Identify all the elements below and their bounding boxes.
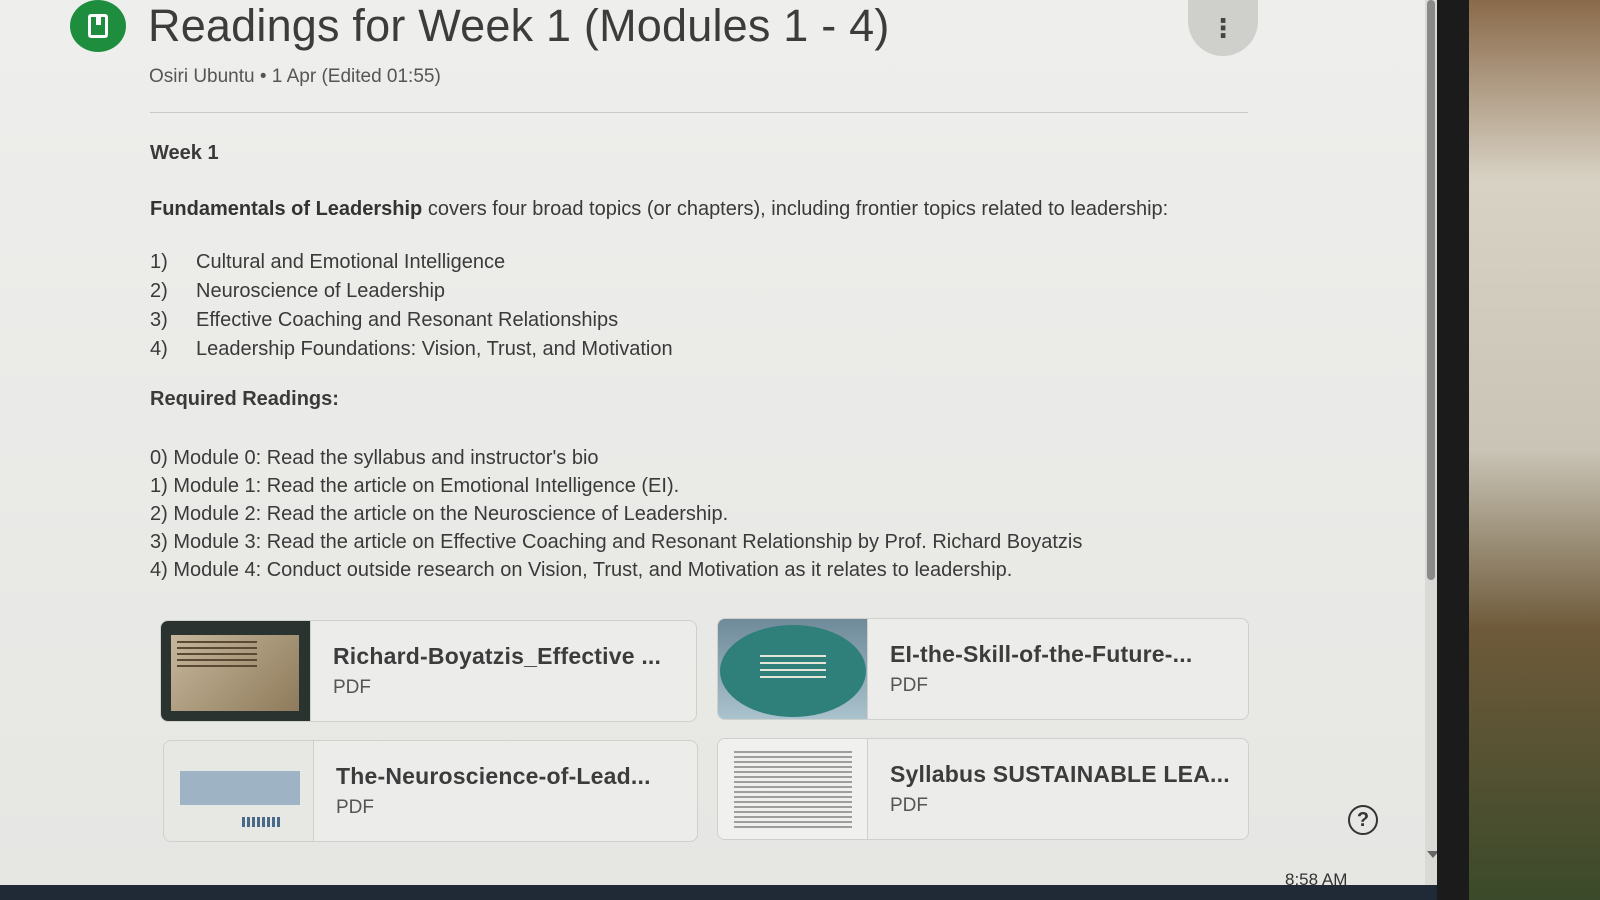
list-item: 1) Module 1: Read the article on Emotion… xyxy=(150,475,680,497)
post-meta: Osiri Ubuntu • 1 Apr (Edited 01:55) xyxy=(149,66,441,87)
assignment-icon xyxy=(70,0,126,52)
background-scene xyxy=(1469,0,1600,900)
list-item: 2) Neuroscience of Leadership xyxy=(150,277,1250,306)
help-icon[interactable]: ? xyxy=(1348,805,1378,835)
post-title: Readings for Week 1 (Modules 1 - 4) xyxy=(148,0,890,51)
list-number: 4) xyxy=(150,338,168,360)
list-item: 1) Cultural and Emotional Intelligence xyxy=(150,248,1250,277)
attachment-type: PDF xyxy=(333,677,371,698)
attachment-card-ei[interactable]: EI-the-Skill-of-the-Future-... PDF xyxy=(717,618,1249,720)
more-options-icon[interactable]: ⋮ xyxy=(1188,0,1258,56)
attachment-title: The-Neuroscience-of-Lead... xyxy=(336,763,651,789)
intro-bold: Fundamentals of Leadership xyxy=(150,198,423,220)
pdf-thumbnail xyxy=(161,621,311,721)
attachment-type: PDF xyxy=(890,675,928,696)
attachment-title: Syllabus SUSTAINABLE LEA... xyxy=(890,761,1230,787)
pdf-thumbnail xyxy=(718,739,868,839)
pdf-thumbnail xyxy=(718,619,868,719)
list-number: 2) xyxy=(150,280,168,302)
attachment-card-boyatzis[interactable]: Richard-Boyatzis_Effective ... PDF xyxy=(160,620,697,722)
list-text: Cultural and Emotional Intelligence xyxy=(196,251,506,273)
attachment-title: Richard-Boyatzis_Effective ... xyxy=(333,643,662,669)
attachment-type: PDF xyxy=(890,795,928,816)
scrollbar-thumb[interactable] xyxy=(1427,0,1435,580)
pdf-thumbnail xyxy=(164,741,314,841)
readings-list: 0) Module 0: Read the syllabus and instr… xyxy=(150,444,1250,584)
list-item: 0) Module 0: Read the syllabus and instr… xyxy=(150,447,599,469)
list-item: 4) Leadership Foundations: Vision, Trust,… xyxy=(150,335,1250,364)
topics-list: 1) Cultural and Emotional Intelligence 2)… xyxy=(150,248,1250,364)
required-readings-heading: Required Readings: xyxy=(150,388,339,410)
list-item: 2) Module 2: Read the article on the Neu… xyxy=(150,503,729,525)
classroom-post-page: Readings for Week 1 (Modules 1 - 4) Osir… xyxy=(0,0,1425,885)
divider xyxy=(150,112,1248,113)
list-number: 1) xyxy=(150,251,168,273)
attachment-type: PDF xyxy=(336,797,374,818)
list-text: Leadership Foundations: Vision, Trust, a… xyxy=(196,338,673,360)
week-heading: Week 1 xyxy=(150,142,219,164)
attachment-title: EI-the-Skill-of-the-Future-... xyxy=(890,641,1193,667)
monitor-bezel xyxy=(1437,0,1469,900)
list-item: 4) Module 4: Conduct outside research on… xyxy=(150,559,1013,581)
list-item: 3) Effective Coaching and Resonant Relati… xyxy=(150,306,1250,335)
taskbar xyxy=(0,885,1437,900)
scrollbar[interactable] xyxy=(1425,0,1437,885)
list-number: 3) xyxy=(150,309,168,331)
intro-text: covers four broad topics (or chapters), … xyxy=(422,198,1169,220)
attachment-card-syllabus[interactable]: Syllabus SUSTAINABLE LEA... PDF xyxy=(717,738,1249,840)
post-body: Week 1 Fundamentals of Leadership covers… xyxy=(150,142,1250,584)
attachment-card-neuroscience[interactable]: The-Neuroscience-of-Lead... PDF xyxy=(163,740,698,842)
intro-paragraph: Fundamentals of Leadership covers four b… xyxy=(150,198,1250,221)
list-text: Effective Coaching and Resonant Relation… xyxy=(196,309,619,331)
list-item: 3) Module 3: Read the article on Effecti… xyxy=(150,531,1083,553)
taskbar-clock: 8:58 AM xyxy=(1285,870,1348,889)
list-text: Neuroscience of Leadership xyxy=(196,280,446,302)
